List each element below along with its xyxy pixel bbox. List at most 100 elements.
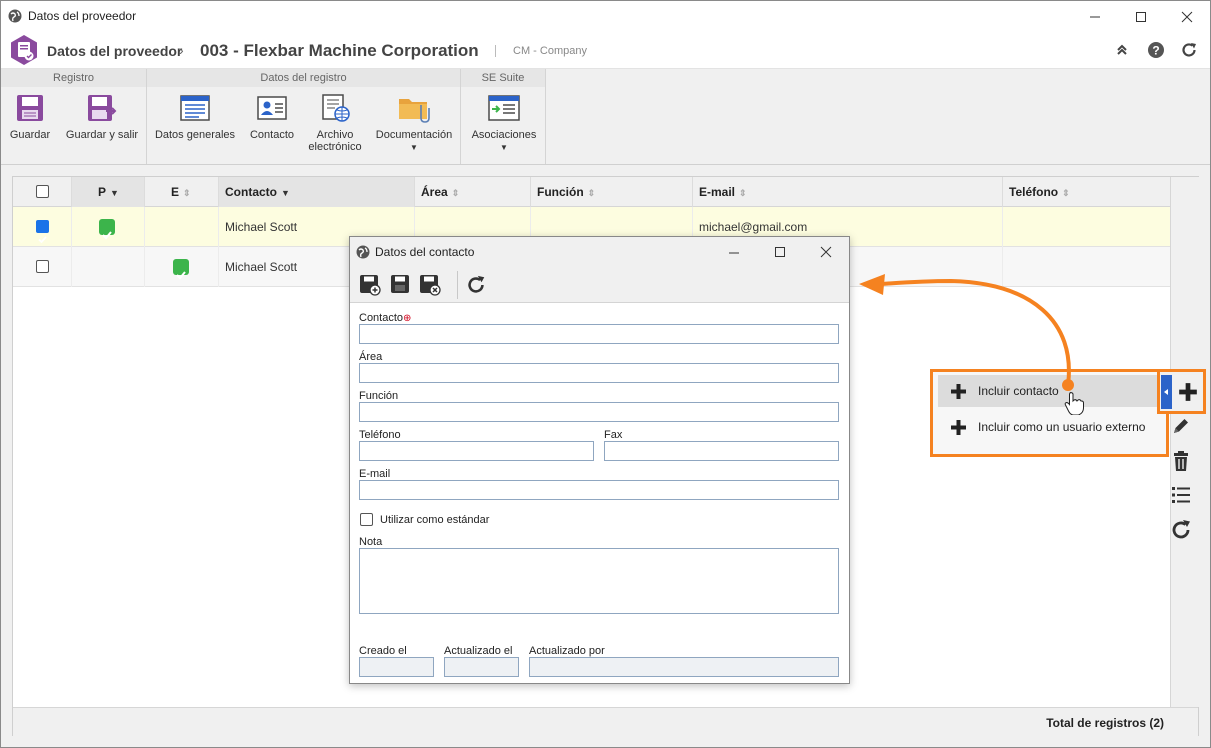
archivo-electronico-button[interactable]: Archivo electrónico [303,89,367,153]
chevron-down-icon: ▼ [500,143,508,152]
minimize-icon [1090,16,1100,17]
menu-item-label: Incluir contacto [978,384,1059,398]
close-button[interactable] [1164,1,1210,32]
save-close-icon[interactable] [419,274,441,296]
green-check-icon [173,259,189,280]
sort-desc-icon: ▼ [281,188,290,198]
funcion-field-label: Función [359,390,399,402]
contact-card-icon [257,96,287,120]
menu-item-incluir-usuario-externo[interactable]: Incluir como un usuario externo [938,411,1159,443]
column-label: E-mail [699,185,736,199]
contacto-field-label: Contacto⊕ [359,312,412,324]
column-label: P [98,185,107,199]
ribbon-group-title: Registro [1,69,146,87]
plus-icon [1179,383,1197,401]
select-all-header [13,177,72,207]
hand-cursor-icon [1064,392,1084,415]
select-all-checkbox[interactable] [36,185,49,198]
maximize-icon [1136,11,1146,22]
ribbon-toolbar: Registro Guardar Guardar y salir Datos d… [1,69,1210,165]
ribbon-group-datos-registro: Datos del registro Datos generales Conta… [147,69,461,164]
help-icon[interactable]: ? [1147,41,1165,59]
cell-telefono [1003,247,1170,287]
guardar-button[interactable]: Guardar [5,89,55,141]
grid-header: P ▼ E ⇕ Contacto ▼ Área ⇕ Función ⇕ E-mail ⇕ T… [13,177,1170,207]
delete-trash-icon[interactable] [1169,449,1193,473]
funcion-field[interactable] [359,402,839,422]
maximize-button[interactable] [1118,1,1164,32]
column-header-email[interactable]: E-mail ⇕ [693,177,1003,207]
checkmark-icon [38,236,47,244]
contacto-button[interactable]: Contacto [243,89,301,141]
row-checkbox[interactable] [36,260,49,273]
breadcrumb: Datos del proveedor › 003 - Flexbar Mach… [1,32,1210,69]
column-header-e[interactable]: E ⇕ [145,177,219,207]
column-header-funcion[interactable]: Función ⇕ [531,177,693,207]
sort-icon: ⇕ [739,188,747,198]
telefono-field[interactable] [359,441,594,461]
page-title: 003 - Flexbar Machine Corporation [200,41,479,60]
asociaciones-label: Asociaciones [471,129,537,141]
sort-icon: ⇕ [587,188,596,198]
save-icon[interactable] [390,274,410,294]
guardar-label: Guardar [9,129,51,141]
area-field-label: Área [359,351,383,363]
cell-p [72,247,145,287]
edit-pencil-icon[interactable] [1169,414,1193,438]
minimize-icon[interactable] [728,247,740,259]
plus-icon [951,420,966,435]
dialog-toolbar [350,267,849,303]
total-records: Total de registros (2) [1046,716,1164,730]
grid-refresh-icon[interactable] [1169,518,1193,542]
refresh-icon[interactable] [1180,41,1198,59]
nota-field[interactable] [359,548,839,614]
close-icon [1181,11,1193,22]
ribbon-group-se-suite: SE Suite Asociaciones ▼ [461,69,546,164]
sort-icon: ⇕ [1062,188,1070,198]
fax-field[interactable] [604,441,839,461]
svg-text:?: ? [1152,44,1159,58]
globe-icon [8,9,22,23]
archivo-label-line2: electrónico [308,141,362,153]
archivo-label-line1: Archivo [316,129,354,141]
grid-footer: Total de registros (2) [13,707,1198,736]
contacto-field[interactable] [359,324,839,344]
maximize-icon[interactable] [774,246,786,258]
documentacion-label: Documentación [375,129,453,141]
estandar-checkbox[interactable] [360,513,373,526]
asociaciones-button[interactable]: Asociaciones ▼ [465,89,543,154]
plus-icon [951,384,966,399]
row-checkbox[interactable] [36,220,49,244]
actualizado-por-label: Actualizado por [529,645,605,657]
list-view-icon[interactable] [1169,483,1193,507]
guardar-y-salir-button[interactable]: Guardar y salir [59,89,145,141]
minimize-button[interactable] [1072,1,1118,32]
save-exit-icon [88,95,117,121]
column-header-area[interactable]: Área ⇕ [415,177,531,207]
cell-e [145,207,219,247]
nota-field-label: Nota [359,536,383,548]
collapse-up-icon[interactable] [1113,41,1131,59]
fax-field-label: Fax [604,429,623,441]
email-field[interactable] [359,480,839,500]
dropdown-toggle[interactable] [1161,375,1172,409]
breadcrumb-root[interactable]: Datos del proveedor [47,43,182,59]
refresh-icon[interactable] [465,274,487,296]
chevron-left-icon [1164,389,1168,395]
documentacion-button[interactable]: Documentación ▼ [371,89,457,154]
save-new-icon[interactable] [359,274,381,296]
menu-item-incluir-contacto[interactable]: Incluir contacto [938,375,1159,407]
column-header-telefono[interactable]: Teléfono ⇕ [1003,177,1170,207]
close-icon[interactable] [820,246,832,258]
add-button[interactable] [1157,369,1206,414]
column-header-contacto[interactable]: Contacto ▼ [219,177,415,207]
actualizado-label: Actualizado el [444,645,513,657]
area-field[interactable] [359,363,839,383]
grid-action-sidebar [1170,177,1199,707]
cell-e [145,247,219,287]
column-label: E [171,185,180,199]
column-header-p[interactable]: P ▼ [72,177,145,207]
datos-generales-button[interactable]: Datos generales [153,89,237,141]
estandar-label: Utilizar como estándar [380,514,490,526]
actualizado-field [444,657,519,677]
